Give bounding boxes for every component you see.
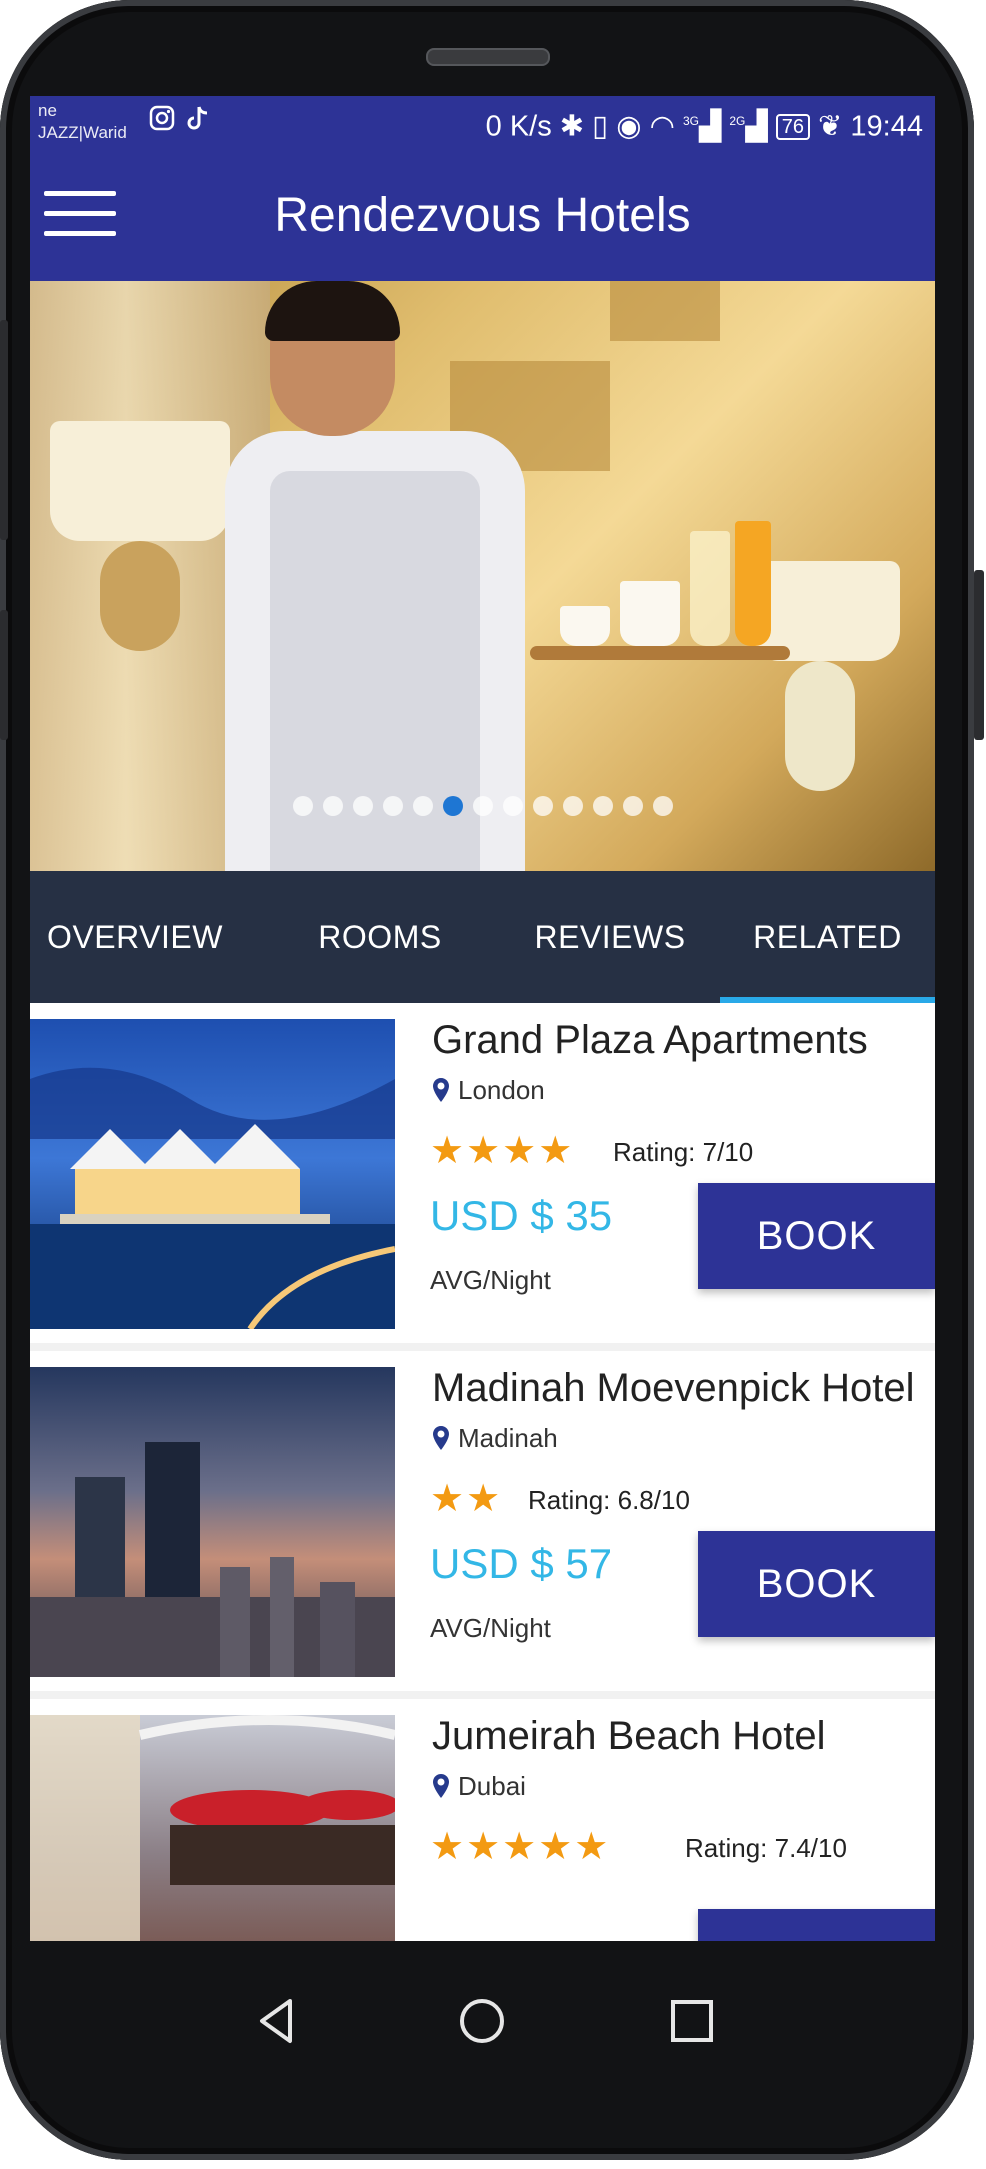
clock: 19:44 [850, 110, 923, 143]
hotel-card[interactable]: Grand Plaza Apartments London ★★★★ Ratin… [30, 1003, 935, 1343]
hotel-thumbnail[interactable] [30, 1715, 395, 1941]
bixby-button [0, 610, 8, 740]
location-pin-icon [433, 1078, 449, 1102]
lamp-left-graphic [50, 421, 230, 541]
carrier-label: ne JAZZ|Warid [38, 100, 127, 144]
leaf-icon: ❦ [818, 110, 843, 143]
hotel-location: Madinah [432, 1421, 558, 1455]
price-unit: AVG/Night [430, 1265, 551, 1295]
bookshelf-graphic-2 [610, 281, 720, 341]
hotel-name: Jumeirah Beach Hotel [432, 1714, 826, 1758]
tab-overview[interactable]: OVERVIEW [30, 871, 240, 1003]
rating-text: Rating: 7/10 [613, 1137, 753, 1167]
battery-level: 76 [781, 115, 804, 138]
network-2g-label: 2G [729, 114, 746, 128]
carousel-dots [30, 796, 935, 821]
hotel-thumbnail[interactable] [30, 1019, 395, 1329]
location-text: Madinah [458, 1423, 558, 1453]
hotel-price: USD $ 57 [430, 1540, 613, 1587]
rating-label: Rating: [528, 1485, 611, 1515]
instagram-icon [148, 104, 176, 138]
hotel-list: Grand Plaza Apartments London ★★★★ Ratin… [30, 1003, 935, 1941]
rating-value: 7.4/10 [774, 1833, 847, 1863]
home-icon[interactable] [454, 1993, 510, 2049]
back-icon[interactable] [250, 1993, 306, 2049]
book-button[interactable]: BOOK [698, 1183, 935, 1289]
carousel-dot[interactable] [532, 796, 553, 816]
hotel-card[interactable]: Madinah Moevenpick Hotel Madinah ★★ Rati… [30, 1351, 935, 1691]
hotel-card[interactable]: Jumeirah Beach Hotel Dubai ★★★★★ Rating:… [30, 1699, 935, 1941]
juice-glass-graphic [735, 521, 771, 646]
carousel-dot[interactable] [352, 796, 373, 816]
carousel-dot[interactable] [292, 796, 313, 816]
hotel-location: London [432, 1073, 545, 1107]
power-button [974, 570, 984, 740]
rating-value: 7/10 [702, 1137, 754, 1167]
rating-label: Rating: [685, 1833, 768, 1863]
star-rating: ★★★★ [430, 1130, 575, 1172]
carousel-dot[interactable] [592, 796, 613, 816]
status-bar: ne JAZZ|Warid 0 K/s ✱ ▯ ◉ ◠ 3G▟ 2G▟ 76 ❦… [30, 96, 935, 151]
star-rating: ★★ [430, 1478, 503, 1520]
tab-rooms[interactable]: ROOMS [280, 871, 480, 1003]
carousel-dot[interactable] [322, 796, 343, 816]
tray-graphic [530, 646, 790, 660]
lamp-left-base-graphic [100, 541, 180, 651]
waiter-hair-graphic [265, 281, 400, 341]
location-pin-icon [433, 1426, 449, 1450]
carousel-dot[interactable] [562, 796, 583, 816]
hotel-location: Dubai [432, 1769, 526, 1803]
tab-related[interactable]: RELATED [720, 871, 935, 1003]
vibrate-icon: ▯ [592, 110, 609, 143]
volume-button [0, 320, 8, 540]
glass-graphic [690, 531, 730, 646]
status-right: 0 K/s ✱ ▯ ◉ ◠ 3G▟ 2G▟ 76 ❦ 19:44 [486, 104, 923, 144]
carousel-dot[interactable] [412, 796, 433, 816]
bluetooth-icon: ✱ [559, 110, 585, 143]
location-text: London [458, 1075, 545, 1105]
star-rating: ★★★★★ [430, 1826, 611, 1868]
app-title: Rendezvous Hotels [274, 189, 691, 242]
price-unit: AVG/Night [430, 1613, 551, 1643]
lamp-right-base-graphic [785, 661, 855, 791]
screen: ne JAZZ|Warid 0 K/s ✱ ▯ ◉ ◠ 3G▟ 2G▟ 76 ❦… [30, 96, 935, 1941]
earpiece-speaker [426, 48, 550, 66]
system-nav-bar [30, 1941, 935, 2101]
hotel-name: Madinah Moevenpick Hotel [432, 1366, 915, 1410]
signal-icon-2: ▟ [745, 110, 768, 143]
hotel-price: USD $ 35 [430, 1192, 613, 1239]
carousel-dot[interactable] [472, 796, 493, 816]
hotel-image-carousel[interactable] [30, 281, 935, 871]
rating-text: Rating: 7.4/10 [685, 1833, 847, 1863]
hotel-thumbnail[interactable] [30, 1367, 395, 1677]
carousel-dot[interactable] [622, 796, 643, 816]
carrier-line-2: JAZZ|Warid [38, 123, 127, 142]
network-speed: 0 K/s [485, 110, 552, 143]
book-button[interactable]: BOOK [698, 1531, 935, 1637]
hotel-name: Grand Plaza Apartments [432, 1018, 868, 1062]
teacup-graphic [560, 606, 610, 646]
signal-icon: ▟ [698, 110, 722, 143]
rating-text: Rating: 6.8/10 [528, 1485, 690, 1515]
rating-value: 6.8/10 [617, 1485, 690, 1515]
tab-reviews[interactable]: REVIEWS [510, 871, 710, 1003]
carousel-dot[interactable] [502, 796, 523, 816]
recents-icon[interactable] [664, 1993, 720, 2049]
book-button[interactable] [698, 1909, 935, 1941]
app-bar: Rendezvous Hotels [30, 151, 935, 281]
carrier-line-1: ne [38, 101, 57, 120]
wifi-icon: ◠ [649, 110, 675, 143]
carousel-dot[interactable] [652, 796, 673, 816]
eye-comfort-icon: ◉ [616, 110, 642, 143]
network-3g-label: 3G [682, 114, 699, 128]
tab-bar: OVERVIEW ROOMS REVIEWS RELATED [30, 871, 935, 1003]
location-pin-icon [433, 1774, 449, 1798]
location-text: Dubai [458, 1771, 526, 1801]
tiktok-icon [186, 104, 212, 138]
carousel-dot[interactable] [382, 796, 403, 816]
rating-label: Rating: [613, 1137, 696, 1167]
battery-icon: 76 [775, 113, 810, 140]
teapot-graphic [620, 581, 680, 646]
carousel-dot[interactable] [442, 796, 463, 816]
